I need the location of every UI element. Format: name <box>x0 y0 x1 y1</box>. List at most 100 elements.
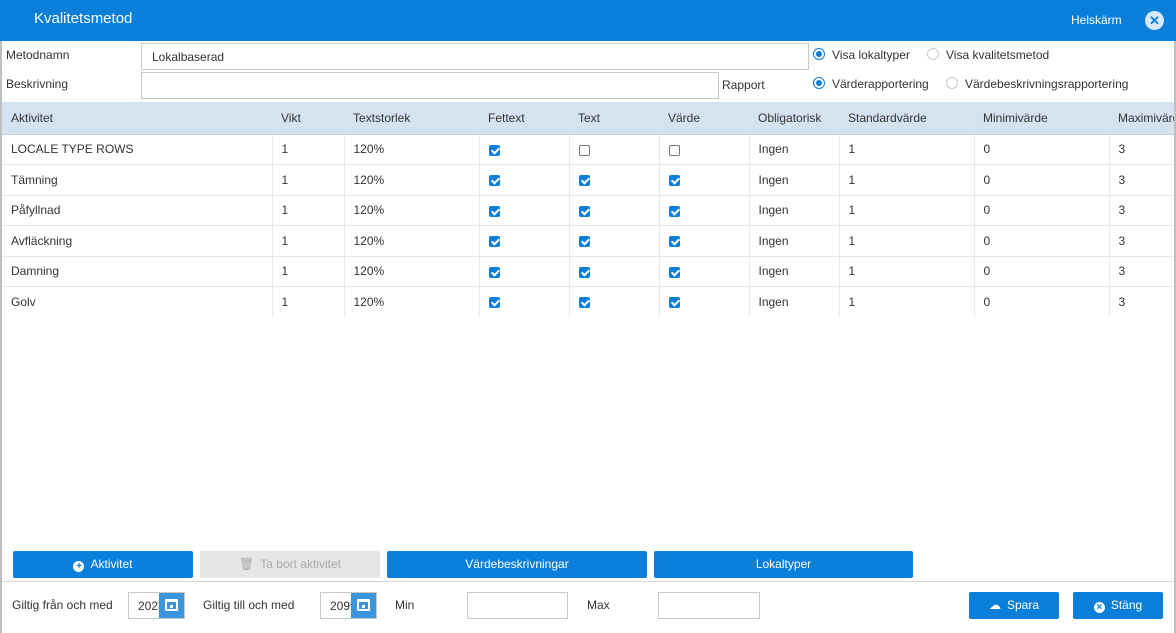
radio-show-local-types[interactable] <box>813 48 825 60</box>
save-button[interactable]: ☁ Spara <box>969 592 1059 619</box>
cell-maximivarde[interactable]: 3 <box>1109 164 1174 196</box>
cell-minimivarde[interactable]: 0 <box>974 256 1110 287</box>
table-row[interactable]: Damning 1 120% Ingen 1 0 3 <box>2 256 1174 287</box>
cell-aktivitet[interactable]: Påfyllnad <box>2 195 273 226</box>
cell-standardvarde[interactable]: 1 <box>839 164 975 196</box>
cell-vikt[interactable]: 1 <box>272 134 345 165</box>
cell-vikt[interactable]: 1 <box>272 195 345 226</box>
table-row[interactable]: Golv 1 120% Ingen 1 0 3 <box>2 286 1174 317</box>
cell-maximivarde[interactable]: 3 <box>1109 256 1174 287</box>
checkbox-fettext[interactable] <box>488 236 500 248</box>
table-row[interactable]: Påfyllnad 1 120% Ingen 1 0 3 <box>2 195 1174 226</box>
table-row[interactable]: Tämning 1 120% Ingen 1 0 3 <box>2 164 1174 196</box>
checkbox-varde[interactable] <box>668 205 680 217</box>
checkbox-text[interactable] <box>578 144 590 156</box>
value-descriptions-button[interactable]: Värdebeskrivningar <box>387 551 647 578</box>
checkbox-text[interactable] <box>578 175 590 187</box>
cell-textstorlek[interactable]: 120% <box>344 286 480 317</box>
checkbox-varde[interactable] <box>668 236 680 248</box>
checkbox-fettext[interactable] <box>488 297 500 309</box>
checkbox-text[interactable] <box>578 205 590 217</box>
cell-fettext <box>479 286 570 317</box>
cell-vikt[interactable]: 1 <box>272 256 345 287</box>
cell-minimivarde[interactable]: 0 <box>974 134 1110 165</box>
add-activity-button[interactable]: + Aktivitet <box>13 551 193 578</box>
cell-aktivitet[interactable]: Avfläckning <box>2 225 273 257</box>
cell-vikt[interactable]: 1 <box>272 225 345 257</box>
cell-textstorlek[interactable]: 120% <box>344 256 480 287</box>
cell-obligatorisk[interactable]: Ingen <box>749 225 840 257</box>
cell-obligatorisk[interactable]: Ingen <box>749 286 840 317</box>
checkbox-fettext[interactable] <box>488 266 500 278</box>
col-header-varde[interactable]: Värde <box>659 102 749 135</box>
checkbox-varde[interactable] <box>668 297 680 309</box>
cell-vikt[interactable]: 1 <box>272 286 345 317</box>
cell-aktivitet[interactable]: LOCALE TYPE ROWS <box>2 134 273 165</box>
cell-standardvarde[interactable]: 1 <box>839 286 975 317</box>
radio-value-description-reporting[interactable] <box>946 77 958 89</box>
cell-minimivarde[interactable]: 0 <box>974 225 1110 257</box>
cell-textstorlek[interactable]: 120% <box>344 134 480 165</box>
col-header-obligatorisk[interactable]: Obligatorisk <box>749 102 839 135</box>
valid-to-date-field[interactable]: 2099 <box>320 592 377 619</box>
method-name-input[interactable] <box>141 43 809 70</box>
description-input[interactable] <box>141 72 719 99</box>
cell-aktivitet[interactable]: Tämning <box>2 164 273 196</box>
checkbox-varde[interactable] <box>668 144 680 156</box>
close-icon[interactable]: ✕ <box>1145 11 1164 30</box>
cell-obligatorisk[interactable]: Ingen <box>749 195 840 226</box>
col-header-fettext[interactable]: Fettext <box>479 102 569 135</box>
valid-from-calendar-button[interactable] <box>159 593 184 618</box>
cell-standardvarde[interactable]: 1 <box>839 195 975 226</box>
checkbox-text[interactable] <box>578 266 590 278</box>
cell-textstorlek[interactable]: 120% <box>344 164 480 196</box>
table-row[interactable]: LOCALE TYPE ROWS 1 120% Ingen 1 0 3 <box>2 134 1174 165</box>
col-header-minimivarde[interactable]: Minimivärde <box>974 102 1109 135</box>
col-header-aktivitet[interactable]: Aktivitet <box>2 102 272 135</box>
checkbox-fettext[interactable] <box>488 205 500 217</box>
remove-activity-label: Ta bort aktivitet <box>260 557 341 571</box>
radio-value-reporting[interactable] <box>813 77 825 89</box>
table-row[interactable]: Avfläckning 1 120% Ingen 1 0 3 <box>2 225 1174 257</box>
remove-activity-button[interactable]: 🗑 Ta bort aktivitet <box>200 551 380 578</box>
checkbox-varde[interactable] <box>668 266 680 278</box>
close-button[interactable]: × Stäng <box>1073 592 1163 619</box>
cell-maximivarde[interactable]: 3 <box>1109 225 1174 257</box>
cell-aktivitet[interactable]: Damning <box>2 256 273 287</box>
cell-standardvarde[interactable]: 1 <box>839 225 975 257</box>
cell-obligatorisk[interactable]: Ingen <box>749 256 840 287</box>
cell-minimivarde[interactable]: 0 <box>974 164 1110 196</box>
max-input[interactable] <box>658 592 760 619</box>
activity-table-container: Aktivitet Vikt Textstorlek Fettext Text … <box>2 102 1174 317</box>
checkbox-varde[interactable] <box>668 175 680 187</box>
cell-minimivarde[interactable]: 0 <box>974 286 1110 317</box>
col-header-maximivarde[interactable]: Maximivärde <box>1109 102 1174 135</box>
cell-textstorlek[interactable]: 120% <box>344 195 480 226</box>
fullscreen-button[interactable]: Helskärm <box>1071 13 1122 27</box>
checkbox-fettext[interactable] <box>488 175 500 187</box>
cell-aktivitet[interactable]: Golv <box>2 286 273 317</box>
cell-standardvarde[interactable]: 1 <box>839 256 975 287</box>
valid-to-calendar-button[interactable] <box>351 593 376 618</box>
col-header-textstorlek[interactable]: Textstorlek <box>344 102 479 135</box>
min-input[interactable] <box>467 592 568 619</box>
radio-show-local-types-label: Visa lokaltyper <box>832 48 910 62</box>
cell-maximivarde[interactable]: 3 <box>1109 134 1174 165</box>
checkbox-text[interactable] <box>578 236 590 248</box>
cell-standardvarde[interactable]: 1 <box>839 134 975 165</box>
local-types-button[interactable]: Lokaltyper <box>654 551 913 578</box>
cell-obligatorisk[interactable]: Ingen <box>749 164 840 196</box>
col-header-text[interactable]: Text <box>569 102 659 135</box>
col-header-vikt[interactable]: Vikt <box>272 102 344 135</box>
cell-obligatorisk[interactable]: Ingen <box>749 134 840 165</box>
valid-from-date-field[interactable]: 2023 <box>128 592 185 619</box>
checkbox-text[interactable] <box>578 297 590 309</box>
checkbox-fettext[interactable] <box>488 144 500 156</box>
col-header-standardvarde[interactable]: Standardvärde <box>839 102 974 135</box>
cell-vikt[interactable]: 1 <box>272 164 345 196</box>
cell-textstorlek[interactable]: 120% <box>344 225 480 257</box>
cell-maximivarde[interactable]: 3 <box>1109 286 1174 317</box>
cell-maximivarde[interactable]: 3 <box>1109 195 1174 226</box>
cell-minimivarde[interactable]: 0 <box>974 195 1110 226</box>
radio-show-quality-method[interactable] <box>927 48 939 60</box>
